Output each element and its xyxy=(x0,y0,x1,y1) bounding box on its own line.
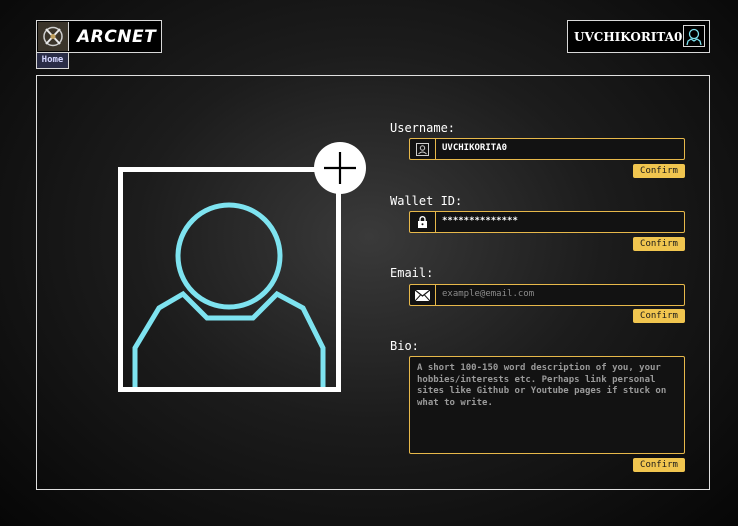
user-silhouette-icon xyxy=(132,202,326,387)
user-badge[interactable]: UVCHIKORITA0 xyxy=(567,20,710,53)
bio-placeholder: A short 100-150 word description of you,… xyxy=(417,363,667,408)
lock-icon xyxy=(410,212,436,232)
bio-textarea[interactable]: A short 100-150 word description of you,… xyxy=(409,356,685,454)
logo-text: ARCNET xyxy=(77,27,157,47)
avatar-frame[interactable] xyxy=(118,167,341,392)
email-label: Email: xyxy=(390,266,434,280)
wallet-confirm-button[interactable]: Confirm xyxy=(633,237,685,251)
user-card-icon xyxy=(410,139,436,159)
wallet-field[interactable]: ************** xyxy=(409,211,685,233)
user-icon xyxy=(683,25,705,47)
wallet-value: ************** xyxy=(442,216,518,226)
crossed-swords-emblem-icon xyxy=(38,22,69,51)
bio-label: Bio: xyxy=(390,339,419,353)
username-confirm-button[interactable]: Confirm xyxy=(633,164,685,178)
username-label: Username: xyxy=(390,121,456,135)
wallet-label: Wallet ID: xyxy=(390,194,463,208)
email-confirm-button[interactable]: Confirm xyxy=(633,309,685,323)
bio-confirm-button[interactable]: Confirm xyxy=(633,458,685,472)
add-photo-button[interactable] xyxy=(314,142,366,194)
user-badge-name: UVCHIKORITA0 xyxy=(574,30,683,44)
username-field[interactable]: UVCHIKORITA0 xyxy=(409,138,685,160)
email-placeholder: example@email.com xyxy=(442,289,535,299)
envelope-icon xyxy=(410,285,436,305)
username-value: UVCHIKORITA0 xyxy=(442,143,508,153)
home-link[interactable]: Home xyxy=(36,53,69,69)
logo[interactable]: ARCNET xyxy=(36,20,162,53)
email-field[interactable]: example@email.com xyxy=(409,284,685,306)
plus-icon xyxy=(324,152,356,184)
